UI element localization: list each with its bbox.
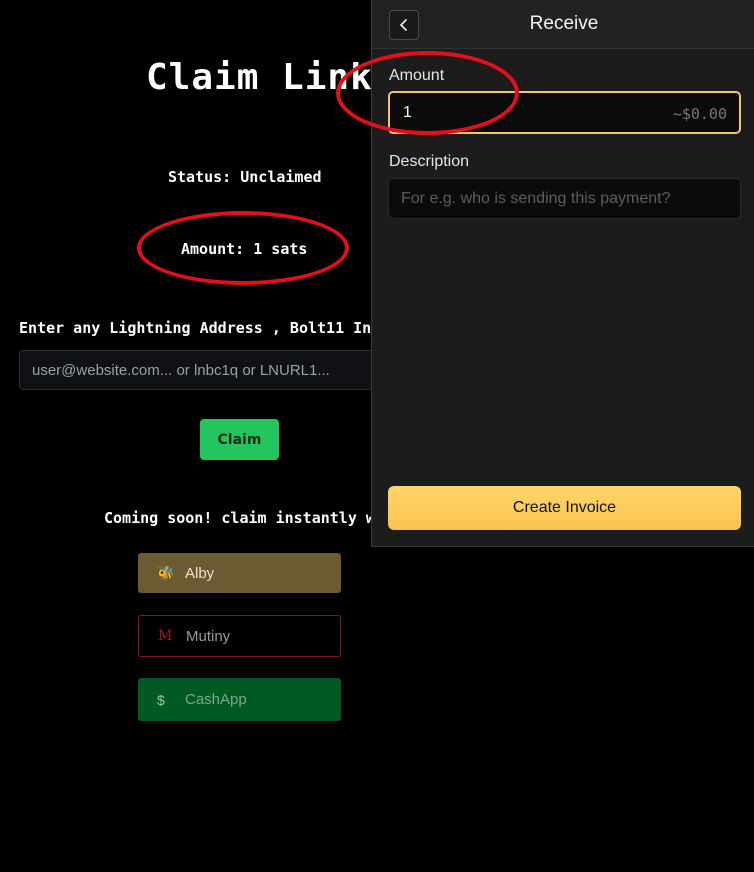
amount-label: Amount [389, 67, 445, 84]
description-label: Description [389, 153, 470, 170]
fiat-estimate: ~$0.00 [672, 105, 727, 123]
destination-input[interactable] [19, 350, 379, 390]
claim-button[interactable]: Claim [200, 419, 279, 460]
coming-soon-text: Coming soon! claim instantly with [104, 509, 403, 527]
claim-amount: Amount: 1 sats [181, 240, 308, 258]
claim-status: Status: Unclaimed [168, 168, 322, 186]
amount-value: 1 [403, 104, 412, 121]
dollar-icon: $ [157, 691, 165, 708]
create-invoice-button[interactable]: Create Invoice [388, 486, 741, 530]
amount-input[interactable]: 1 ~$0.00 [388, 91, 741, 134]
mutiny-label: Mutiny [186, 627, 231, 645]
receive-panel: Receive Amount 1 ~$0.00 Description Crea… [371, 0, 754, 547]
receive-panel-title: Receive [529, 13, 599, 34]
alby-button[interactable]: 🐝 Alby [138, 553, 341, 593]
cashapp-label: CashApp [185, 691, 247, 708]
cashapp-button[interactable]: $ CashApp [138, 678, 341, 721]
receive-panel-header: Receive [372, 0, 754, 49]
mutiny-button[interactable]: M Mutiny [138, 615, 341, 657]
bee-icon: 🐝 [157, 564, 175, 581]
page-title: Claim Link [146, 57, 373, 98]
description-input[interactable] [388, 178, 741, 219]
mutiny-m-icon: M [158, 628, 173, 644]
alby-label: Alby [185, 564, 215, 582]
